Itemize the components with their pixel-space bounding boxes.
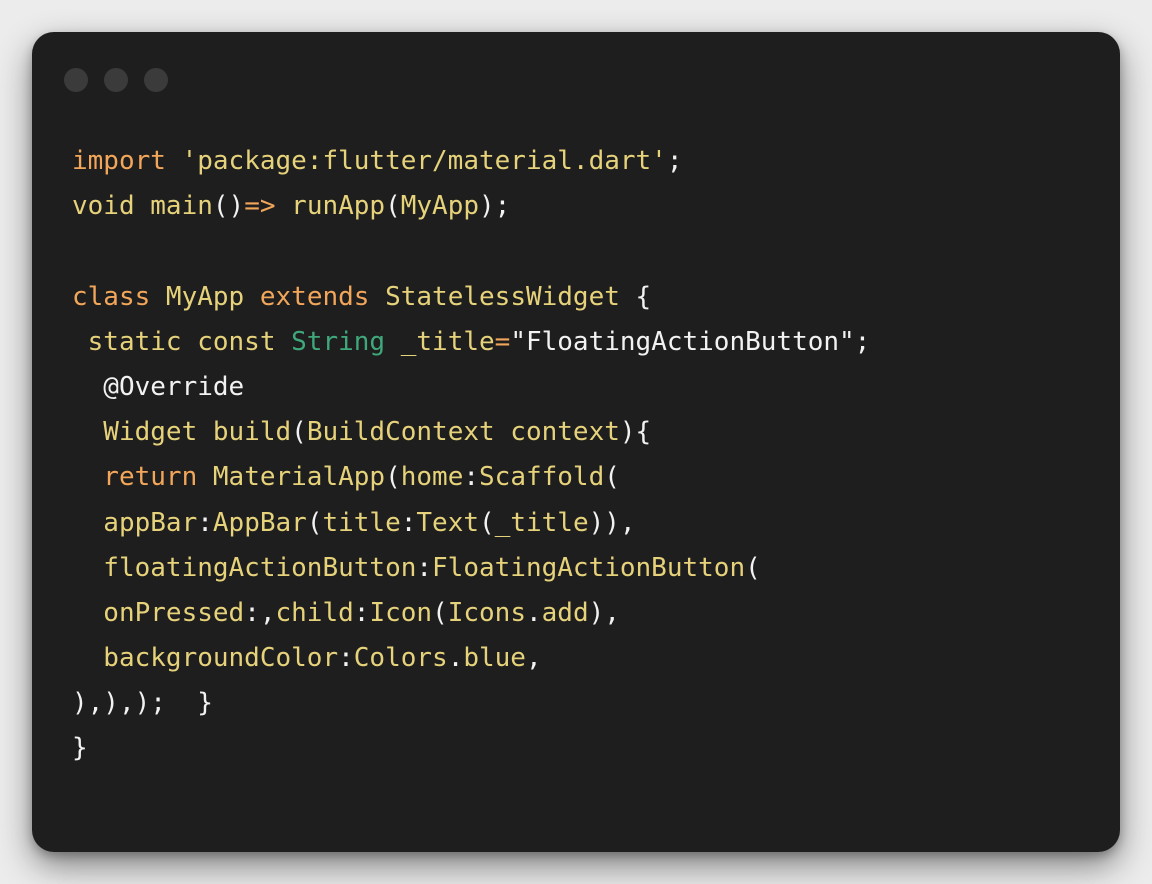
code-line: backgroundColor:Colors.blue,: [72, 636, 870, 681]
minimize-dot-icon[interactable]: [104, 68, 128, 92]
code-token: MyApp: [400, 191, 480, 222]
code-token: :: [463, 462, 480, 493]
maximize-dot-icon[interactable]: [144, 68, 168, 92]
code-token: child: [275, 597, 354, 628]
code-line: Widget build(BuildContext context){: [72, 410, 870, 455]
code-line: onPressed:,child:Icon(Icons.add),: [72, 591, 870, 636]
code-token: extends: [259, 281, 370, 312]
code-token: :: [197, 507, 213, 538]
code-line: import 'package:flutter/material.dart';: [72, 139, 870, 184]
code-token: add: [541, 597, 589, 628]
code-token: (): [212, 191, 245, 222]
code-token: :: [400, 507, 417, 538]
code-line: appBar:AppBar(title:Text(_title)),: [72, 501, 870, 546]
code-token: );: [479, 191, 511, 222]
code-token: return: [72, 462, 198, 493]
code-token: import: [72, 146, 166, 176]
code-token: Text: [416, 507, 480, 538]
code-token: (: [479, 507, 495, 538]
code-line: floatingActionButton:FloatingActionButto…: [72, 546, 870, 591]
code-token: (: [432, 597, 448, 628]
code-token: Widget build: [72, 417, 292, 448]
code-token: StatelessWidget: [369, 281, 636, 312]
code-line: return MaterialApp(home:Scaffold(: [72, 455, 870, 500]
code-block: import 'package:flutter/material.dart'; v…: [72, 139, 870, 772]
close-dot-icon[interactable]: [64, 68, 88, 92]
code-token: _title: [494, 507, 589, 538]
code-line: @Override: [72, 365, 870, 410]
code-token: class: [72, 281, 151, 312]
code-token: blue: [463, 643, 526, 674]
code-token: floatingActionButton: [72, 552, 417, 583]
code-token: =: [494, 326, 511, 357]
window-controls: [64, 68, 168, 92]
code-token: AppBar: [212, 507, 307, 538]
code-token: :: [338, 643, 354, 674]
code-line: }: [72, 726, 870, 771]
code-token: (: [604, 462, 620, 493]
code-token: (: [306, 507, 323, 538]
code-token: {: [635, 281, 652, 312]
code-token: Icons: [447, 597, 526, 628]
code-token: .: [526, 597, 542, 628]
code-window: import 'package:flutter/material.dart'; v…: [32, 32, 1120, 852]
code-token: (: [291, 417, 307, 448]
code-token: _title: [385, 326, 495, 357]
code-token: onPressed: [72, 597, 245, 628]
code-token: }: [72, 733, 88, 764]
code-token: home: [400, 462, 464, 493]
code-token: Scaffold: [479, 462, 605, 493]
code-token: ;: [666, 146, 683, 176]
code-token: @Override: [72, 371, 245, 402]
code-token: title: [322, 507, 401, 538]
code-token: .: [447, 643, 464, 674]
code-token: MaterialApp: [197, 462, 386, 493]
code-line: void main()=> runApp(MyApp);: [72, 184, 870, 229]
code-token: backgroundColor: [72, 643, 339, 674]
code-token: String: [291, 326, 386, 357]
code-token: (: [745, 552, 761, 583]
code-token: "FloatingActionButton";: [510, 326, 871, 357]
code-token: )),: [588, 507, 636, 538]
code-token: runApp: [275, 191, 386, 222]
code-token: static const: [72, 326, 292, 357]
code-line: ),),); }: [72, 681, 870, 726]
code-token: Icon: [369, 597, 433, 628]
code-line: static const String _title="FloatingActi…: [72, 320, 871, 365]
code-line: class MyApp extends StatelessWidget {: [72, 275, 870, 320]
code-token: ),),); }: [72, 688, 213, 719]
code-token: ,: [525, 643, 542, 674]
code-token: ),: [588, 597, 620, 628]
code-token: BuildContext context: [306, 417, 620, 448]
code-token: :: [353, 597, 370, 628]
code-token: (: [385, 191, 401, 222]
code-token: :,: [244, 597, 276, 628]
code-token: void main: [72, 191, 213, 222]
code-token: ){: [619, 417, 652, 448]
code-token: FloatingActionButton: [432, 552, 746, 583]
code-token: =>: [244, 191, 276, 222]
code-token: :: [416, 552, 433, 583]
code-token: MyApp: [150, 281, 260, 312]
code-token: (: [385, 462, 401, 493]
code-token: appBar: [72, 507, 198, 538]
code-token: Colors: [353, 643, 448, 674]
code-token: 'package:flutter/material.dart': [181, 146, 667, 176]
